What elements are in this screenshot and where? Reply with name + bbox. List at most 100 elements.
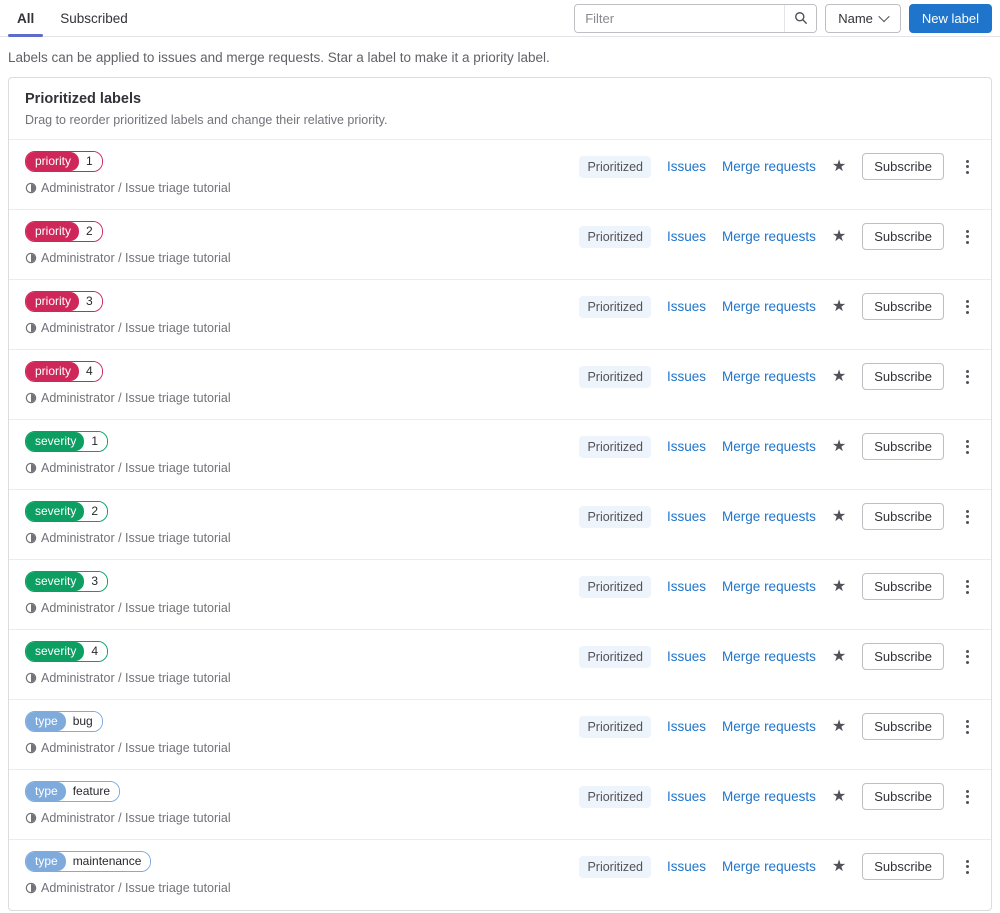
merge-requests-link[interactable]: Merge requests xyxy=(722,649,816,664)
subscribe-button[interactable]: Subscribe xyxy=(862,153,944,180)
row-menu-button[interactable] xyxy=(960,225,975,249)
scoped-label-scope: severity xyxy=(26,642,85,661)
subscribe-button-label: Subscribe xyxy=(874,369,932,384)
subscribe-button[interactable]: Subscribe xyxy=(862,713,944,740)
vertical-ellipsis-icon xyxy=(966,789,969,793)
scoped-label-value: 1 xyxy=(79,152,102,171)
label-info: severity 4 Administrator / Issue triage … xyxy=(25,641,231,687)
row-menu-button[interactable] xyxy=(960,645,975,669)
star-icon[interactable]: ★ xyxy=(832,228,846,245)
scoped-label[interactable]: severity 4 xyxy=(25,641,109,662)
labels-tabs: All Subscribed xyxy=(8,0,145,37)
merge-requests-link[interactable]: Merge requests xyxy=(722,159,816,174)
scoped-label-value: 3 xyxy=(84,572,108,591)
issues-link[interactable]: Issues xyxy=(667,649,706,664)
row-menu-button[interactable] xyxy=(960,855,975,879)
label-row: priority 2 Administrator / Issue triage … xyxy=(9,210,991,280)
issues-link[interactable]: Issues xyxy=(667,859,706,874)
scoped-label-info-icon xyxy=(25,392,37,404)
prioritized-badge: Prioritized xyxy=(579,645,652,668)
subscribe-button[interactable]: Subscribe xyxy=(862,433,944,460)
issues-link[interactable]: Issues xyxy=(667,789,706,804)
star-icon[interactable]: ★ xyxy=(832,788,846,805)
tab-subscribed[interactable]: Subscribed xyxy=(51,0,137,36)
tab-all-label: All xyxy=(17,10,35,26)
filter-input[interactable] xyxy=(575,4,785,32)
scoped-label[interactable]: type feature xyxy=(25,781,121,802)
star-icon[interactable]: ★ xyxy=(832,438,846,455)
issues-link[interactable]: Issues xyxy=(667,229,706,244)
subscribe-button[interactable]: Subscribe xyxy=(862,643,944,670)
label-project: Administrator / Issue triage tutorial xyxy=(25,389,231,407)
merge-requests-link[interactable]: Merge requests xyxy=(722,299,816,314)
star-icon[interactable]: ★ xyxy=(832,648,846,665)
subscribe-button-label: Subscribe xyxy=(874,719,932,734)
row-menu-button[interactable] xyxy=(960,295,975,319)
prioritized-badge: Prioritized xyxy=(579,505,652,528)
label-project-text: Administrator / Issue triage tutorial xyxy=(41,741,231,755)
scoped-label-value: feature xyxy=(65,782,120,801)
merge-requests-link[interactable]: Merge requests xyxy=(722,509,816,524)
star-icon[interactable]: ★ xyxy=(832,718,846,735)
row-menu-button[interactable] xyxy=(960,505,975,529)
scoped-label-scope: priority xyxy=(26,292,80,311)
star-icon[interactable]: ★ xyxy=(832,858,846,875)
row-menu-button[interactable] xyxy=(960,715,975,739)
scoped-label[interactable]: priority 1 xyxy=(25,151,103,172)
scoped-label[interactable]: priority 2 xyxy=(25,221,103,242)
star-icon[interactable]: ★ xyxy=(832,578,846,595)
issues-link[interactable]: Issues xyxy=(667,299,706,314)
vertical-ellipsis-icon xyxy=(966,299,969,303)
row-menu-button[interactable] xyxy=(960,155,975,179)
subscribe-button[interactable]: Subscribe xyxy=(862,503,944,530)
star-icon[interactable]: ★ xyxy=(832,158,846,175)
label-info: type maintenance Administrator / Issue t… xyxy=(25,851,231,897)
search-button[interactable] xyxy=(784,4,817,32)
issues-link[interactable]: Issues xyxy=(667,509,706,524)
label-project-text: Administrator / Issue triage tutorial xyxy=(41,601,231,615)
issues-link[interactable]: Issues xyxy=(667,719,706,734)
scoped-label[interactable]: type bug xyxy=(25,711,103,732)
sort-dropdown-button[interactable]: Name xyxy=(825,3,901,33)
tab-all[interactable]: All xyxy=(8,0,44,37)
star-icon[interactable]: ★ xyxy=(832,298,846,315)
subscribe-button[interactable]: Subscribe xyxy=(862,223,944,250)
row-menu-button[interactable] xyxy=(960,575,975,599)
merge-requests-link[interactable]: Merge requests xyxy=(722,719,816,734)
star-icon[interactable]: ★ xyxy=(832,508,846,525)
row-menu-button[interactable] xyxy=(960,435,975,459)
new-label-button[interactable]: New label xyxy=(908,3,992,33)
row-menu-button[interactable] xyxy=(960,365,975,389)
scoped-label[interactable]: type maintenance xyxy=(25,851,152,872)
merge-requests-link[interactable]: Merge requests xyxy=(722,229,816,244)
merge-requests-link[interactable]: Merge requests xyxy=(722,789,816,804)
subscribe-button[interactable]: Subscribe xyxy=(862,293,944,320)
subscribe-button[interactable]: Subscribe xyxy=(862,853,944,880)
merge-requests-link[interactable]: Merge requests xyxy=(722,369,816,384)
issues-link[interactable]: Issues xyxy=(667,369,706,384)
subscribe-button-label: Subscribe xyxy=(874,299,932,314)
merge-requests-link[interactable]: Merge requests xyxy=(722,439,816,454)
subscribe-button[interactable]: Subscribe xyxy=(862,573,944,600)
scoped-label[interactable]: priority 4 xyxy=(25,361,103,382)
prioritized-labels-card: Prioritized labels Drag to reorder prior… xyxy=(8,77,992,911)
issues-link[interactable]: Issues xyxy=(667,579,706,594)
issues-link[interactable]: Issues xyxy=(667,439,706,454)
merge-requests-link[interactable]: Merge requests xyxy=(722,579,816,594)
row-actions: Prioritized Issues Merge requests ★ Subs… xyxy=(579,153,975,180)
vertical-ellipsis-icon xyxy=(966,859,969,863)
prioritized-badge: Prioritized xyxy=(579,855,652,878)
label-info: priority 4 Administrator / Issue triage … xyxy=(25,361,231,407)
scoped-label[interactable]: severity 2 xyxy=(25,501,109,522)
scoped-label[interactable]: priority 3 xyxy=(25,291,103,312)
scoped-label[interactable]: severity 1 xyxy=(25,431,109,452)
merge-requests-link[interactable]: Merge requests xyxy=(722,859,816,874)
star-icon[interactable]: ★ xyxy=(832,368,846,385)
row-menu-button[interactable] xyxy=(960,785,975,809)
scoped-label-scope: priority xyxy=(26,362,80,381)
scoped-label[interactable]: severity 3 xyxy=(25,571,109,592)
scoped-label-value: 3 xyxy=(79,292,102,311)
subscribe-button[interactable]: Subscribe xyxy=(862,783,944,810)
subscribe-button[interactable]: Subscribe xyxy=(862,363,944,390)
issues-link[interactable]: Issues xyxy=(667,159,706,174)
